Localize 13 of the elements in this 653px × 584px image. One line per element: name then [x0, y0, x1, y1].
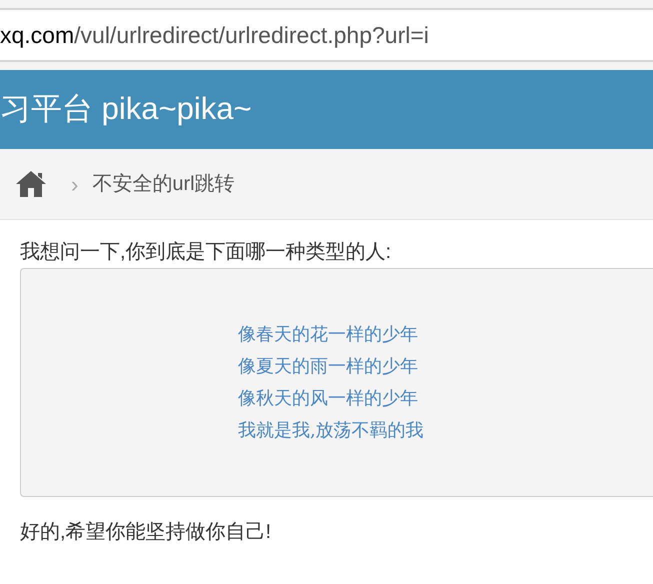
breadcrumb-separator: ›: [71, 170, 78, 198]
question-text: 我想问一下,你到底是下面哪一种类型的人:: [20, 240, 392, 265]
home-icon[interactable]: [15, 170, 47, 198]
option-link[interactable]: 像春天的花一样的少年: [238, 318, 418, 350]
breadcrumb-current: 不安全的url跳转: [92, 172, 235, 197]
option-link[interactable]: 像夏天的雨一样的少年: [238, 350, 418, 382]
address-bar[interactable]: xq.com/vul/urlredirect/urlredirect.php?url=i: [0, 10, 653, 62]
site-title: 习平台 pika~pika~: [0, 90, 252, 128]
option-link[interactable]: 像秋天的风一样的少年: [238, 382, 418, 414]
option-link[interactable]: 我就是我,放荡不羁的我: [238, 414, 424, 446]
url-path: /vul/urlredirect/urlredirect.php?url=i: [74, 20, 429, 50]
closing-text: 好的,希望你能坚持做你自己!: [20, 520, 272, 545]
url-domain: xq.com: [0, 20, 74, 50]
